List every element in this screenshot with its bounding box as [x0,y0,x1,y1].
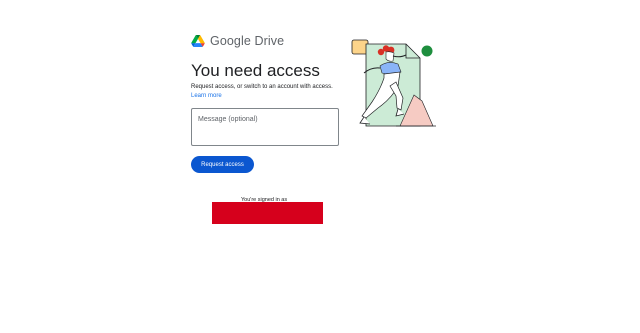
learn-more-link[interactable]: Learn more [191,93,222,99]
google-drive-icon [191,35,205,47]
access-illustration [351,39,436,127]
request-access-button[interactable]: Request access [191,156,254,173]
page-title: You need access [191,61,320,80]
access-description: Request access, or switch to an account … [191,84,333,90]
message-field[interactable] [191,108,339,146]
google-drive-logo: Google Drive [191,34,284,48]
redacted-account-block [212,202,323,224]
brand-name: Google Drive [210,34,285,48]
